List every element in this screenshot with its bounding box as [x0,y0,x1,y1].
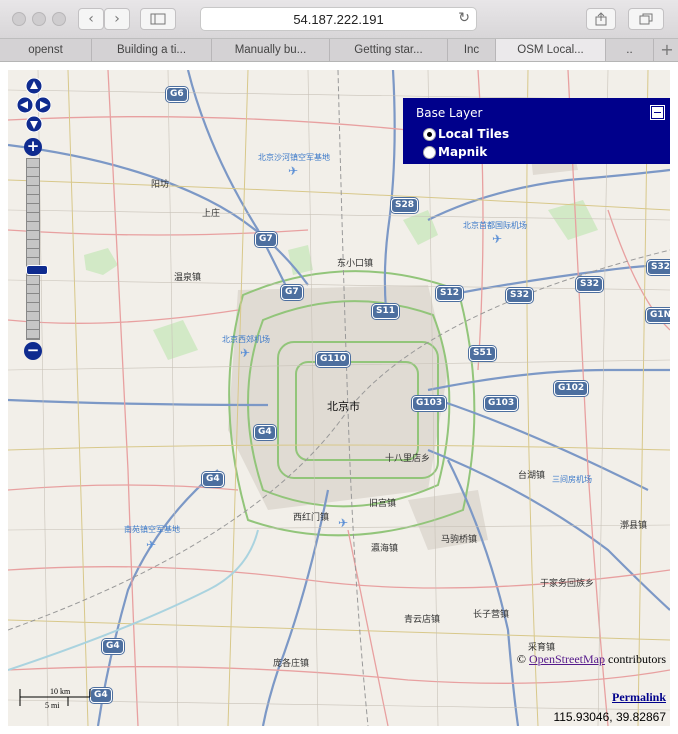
address-text: 54.187.222.191 [293,12,384,27]
layer-switcher-title: Base Layer [416,106,483,120]
highway-shield: G110 [316,352,351,367]
chevron-left-icon: ‹ [88,11,94,27]
tab-active[interactable]: OSM Local... [496,39,606,61]
zoom-slider-handle[interactable] [26,265,48,275]
airport-label: 北京沙河镇空军基地 [258,153,330,162]
attribution-suffix: contributors [608,652,666,666]
airport-icon: ✈ [146,538,157,552]
highway-shield: S28 [391,198,419,213]
highway-shield: S12 [436,286,464,301]
tab[interactable]: openst [0,39,92,61]
zoom-control: + − [24,138,48,360]
copyright-symbol: © [516,652,527,666]
highway-shield: G102 [554,381,589,396]
zoom-window-button[interactable] [52,12,66,26]
place-label: 温泉镇 [174,273,202,283]
airport-icon: ✈ [240,346,251,360]
highway-shield: G7 [255,232,277,247]
map-viewport[interactable]: 北京市 东小口镇 十八里店乡 台湖镇 旧宫镇 西红门镇 瀛海镇 马驹桥镇 于家务… [8,70,670,726]
tab[interactable]: .. [606,39,654,61]
reload-icon[interactable]: ↻ [458,10,470,26]
place-label: 于家务回族乡 [540,579,595,589]
tab[interactable]: Manually bu... [212,39,330,61]
zoom-track[interactable] [26,158,48,340]
layer-option-local-tiles[interactable]: Local Tiles [423,127,509,141]
place-label: 东小口镇 [337,259,374,269]
place-label: 阳坊 [151,180,170,190]
plus-icon: + [660,40,674,59]
highway-shield: S11 [372,304,400,319]
osm-link[interactable]: OpenStreetMap [529,652,605,666]
highway-shield: S32 [576,277,604,292]
highway-shield: G1N [646,308,670,323]
pan-control[interactable] [16,77,52,133]
tabs-overview-button[interactable] [628,8,664,30]
address-bar[interactable]: 54.187.222.191 ↻ [200,7,477,31]
highway-shield: G4 [254,425,276,440]
airport-label: 三间房机场 [552,475,592,484]
place-label: 西红门镇 [293,513,330,523]
airport-icon: ✈ [492,232,503,246]
scale-km-label: 10 km [50,687,71,696]
highway-shield: S32 [506,288,534,303]
zoom-in-button[interactable]: + [24,138,42,156]
mouse-coordinates: 115.93046, 39.82867 [553,710,666,724]
map-attribution: © OpenStreetMap contributors [517,652,666,667]
layer-option-mapnik[interactable]: Mapnik [423,145,487,159]
place-label: 旧宫镇 [369,499,397,509]
airport-label: 北京西郊机场 [222,335,270,344]
sidebar-icon [150,13,166,25]
layer-switcher: Base Layer Local Tiles Mapnik [403,98,670,164]
minimize-window-button[interactable] [32,12,46,26]
share-icon [595,12,607,26]
layer-label: Local Tiles [438,127,510,141]
back-button[interactable]: ‹ [78,8,104,30]
place-label: 十八里店乡 [385,454,431,464]
place-label: 台湖镇 [518,471,546,481]
scale-mi-label: 5 mi [45,701,60,710]
share-button[interactable] [586,8,616,30]
sidebar-button[interactable] [140,8,176,30]
tab[interactable]: Getting star... [330,39,448,61]
airport-icon: ✈ [288,164,299,178]
place-label: 长子营镇 [473,610,510,620]
layer-label: Mapnik [438,145,488,159]
minimize-layer-switcher-button[interactable] [651,106,664,119]
highway-shield: G4 [202,472,224,487]
airport-label: 北京首都国际机场 [463,221,527,230]
highway-shield: S32 [647,260,670,275]
radio-selected-icon[interactable] [423,127,436,141]
tab[interactable]: Inc [448,39,496,61]
browser-toolbar: ‹ › 54.187.222.191 ↻ [0,0,678,39]
highway-shield: G103 [412,396,447,411]
place-label-beijing: 北京市 [327,400,360,413]
place-label: 马驹桥镇 [441,535,478,545]
tab-bar: openst Building a ti... Manually bu... G… [0,39,678,62]
highway-shield: G7 [281,285,303,300]
close-window-button[interactable] [12,12,26,26]
permalink-link[interactable]: Permalink [612,690,666,705]
radio-unselected-icon[interactable] [423,145,436,159]
tab[interactable]: Building a ti... [92,39,212,61]
airport-label: 南苑镇空军基地 [124,525,180,534]
place-label: 青云店镇 [404,615,441,625]
zoom-out-button[interactable]: − [24,342,42,360]
place-label: 瀛海镇 [371,544,399,554]
highway-shield: G103 [484,396,519,411]
chevron-right-icon: › [114,11,120,27]
place-label: 庞各庄镇 [273,659,310,669]
highway-shield: S51 [469,346,497,361]
place-label: 上庄 [202,209,221,219]
tabs-icon [639,13,653,25]
airport-icon: ✈ [338,516,349,530]
scale-bar: 10 km 5 mi [18,684,138,714]
highway-shield: G6 [166,87,188,102]
new-tab-button[interactable]: + [656,39,678,61]
forward-button[interactable]: › [104,8,130,30]
highway-shield: G4 [102,639,124,654]
place-label: 漷县镇 [620,521,648,531]
